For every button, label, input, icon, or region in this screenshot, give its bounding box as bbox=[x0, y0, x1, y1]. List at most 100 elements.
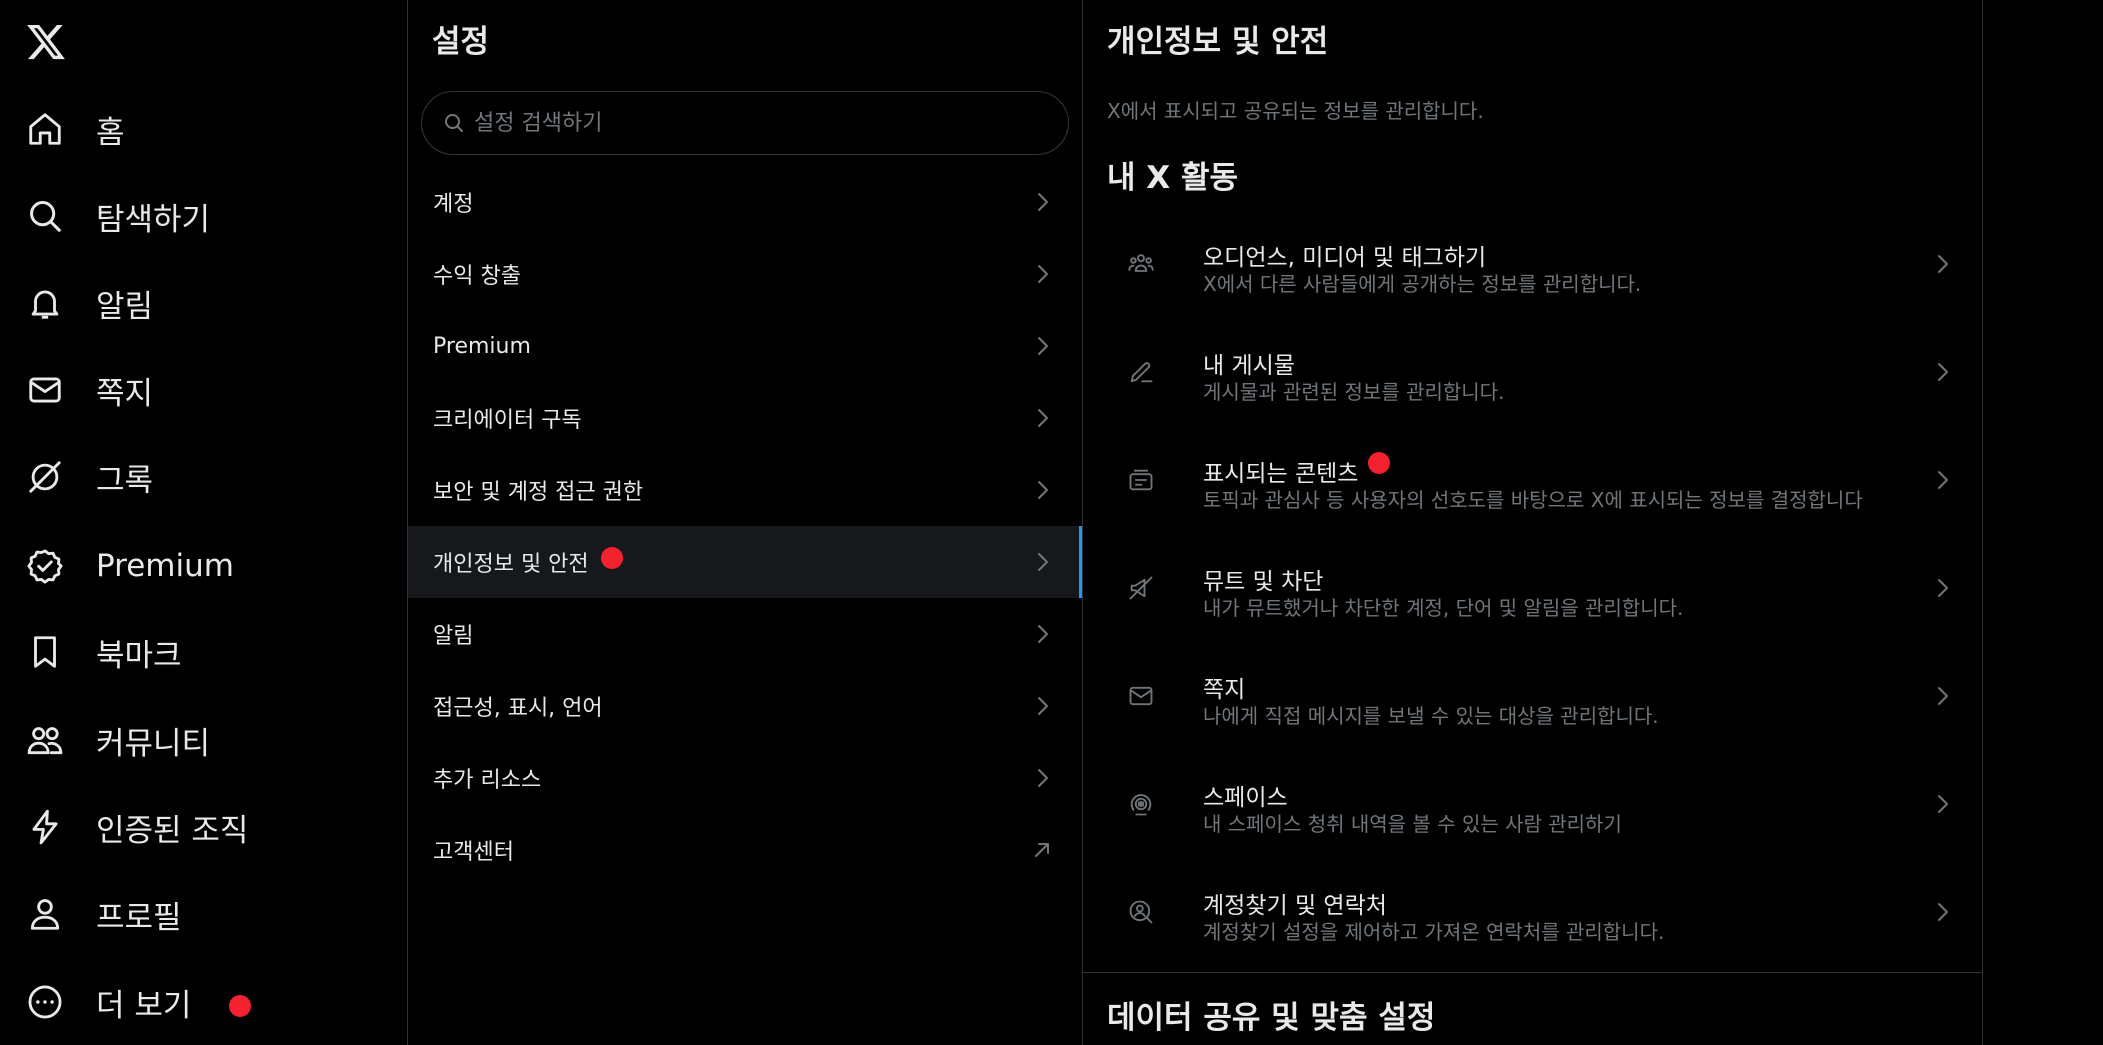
settings-item-label: 크리에이터 구독 bbox=[433, 408, 582, 433]
option-subtitle: 게시물과 관련된 정보를 관리합니다. bbox=[1203, 380, 1505, 404]
settings-item-creator-subscriptions[interactable]: 크리에이터 구독 bbox=[408, 382, 1082, 454]
settings-search[interactable] bbox=[421, 91, 1069, 155]
settings-item-label: 고객센터 bbox=[433, 840, 514, 865]
nav-item-messages[interactable]: 쪽지 bbox=[0, 360, 380, 420]
chevron-right-icon bbox=[1030, 478, 1054, 502]
nav-label: 탐색하기 bbox=[96, 201, 211, 238]
mute-speaker-icon bbox=[1127, 574, 1155, 602]
privacy-detail-column: 개인정보 및 안전 X에서 표시되고 공유되는 정보를 관리합니다. 내 X 활… bbox=[1083, 0, 1983, 1045]
search-person-icon bbox=[1127, 898, 1155, 926]
chevron-right-icon bbox=[1030, 262, 1054, 286]
settings-item-account[interactable]: 계정 bbox=[408, 166, 1082, 238]
nav-item-more[interactable]: 더 보기 bbox=[0, 972, 380, 1032]
chevron-right-icon bbox=[1030, 622, 1054, 646]
settings-item-security[interactable]: 보안 및 계정 접근 권한 bbox=[408, 454, 1082, 526]
chevron-right-icon bbox=[1030, 550, 1054, 574]
nav-label: 인증된 조직 bbox=[96, 812, 249, 849]
lightning-icon bbox=[26, 808, 64, 846]
nav-item-notifications[interactable]: 알림 bbox=[0, 273, 380, 333]
option-subtitle: 내가 뮤트했거나 차단한 계정, 단어 및 알림을 관리합니다. bbox=[1203, 596, 1684, 620]
option-subtitle: 나에게 직접 메시지를 보낼 수 있는 대상을 관리합니다. bbox=[1203, 704, 1659, 728]
option-mute-block[interactable]: 뮤트 및 차단 내가 뮤트했거나 차단한 계정, 단어 및 알림을 관리합니다. bbox=[1083, 534, 1982, 642]
nav-label: 프로필 bbox=[96, 899, 182, 936]
chevron-right-icon bbox=[1030, 334, 1054, 358]
chevron-right-icon bbox=[1930, 468, 1954, 492]
search-icon bbox=[26, 197, 64, 235]
nav-label: 북마크 bbox=[96, 637, 182, 674]
nav-label: Premium bbox=[96, 548, 234, 584]
section-divider bbox=[1083, 972, 1982, 973]
settings-item-notifications[interactable]: 알림 bbox=[408, 598, 1082, 670]
detail-description: X에서 표시되고 공유되는 정보를 관리합니다. bbox=[1107, 99, 1484, 123]
option-content-you-see[interactable]: 표시되는 콘텐츠 토픽과 관심사 등 사용자의 선호도를 바탕으로 X에 표시되… bbox=[1083, 426, 1982, 534]
settings-item-label: 보안 및 계정 접근 권한 bbox=[433, 480, 644, 505]
nav-item-verified-orgs[interactable]: 인증된 조직 bbox=[0, 797, 380, 857]
settings-item-label: 접근성, 표시, 언어 bbox=[433, 696, 603, 721]
nav-label: 더 보기 bbox=[96, 987, 192, 1024]
settings-column: 설정 계정 수익 창출 Premium 크리에이터 구독 보안 및 계정 접근 … bbox=[408, 0, 1083, 1045]
settings-item-label: 계정 bbox=[433, 192, 474, 217]
x-logo-icon[interactable] bbox=[25, 21, 67, 63]
option-audience-media-tagging[interactable]: 오디언스, 미디어 및 태그하기 X에서 다른 사람들에게 공개하는 정보를 관… bbox=[1083, 210, 1982, 318]
settings-item-help-center[interactable]: 고객센터 bbox=[408, 814, 1082, 886]
nav-item-communities[interactable]: 커뮤니티 bbox=[0, 710, 380, 770]
settings-item-privacy[interactable]: 개인정보 및 안전 bbox=[408, 526, 1082, 598]
search-icon bbox=[442, 111, 466, 135]
nav-label: 쪽지 bbox=[96, 375, 154, 412]
option-title: 내 게시물 bbox=[1203, 353, 1295, 379]
option-subtitle: 계정찾기 설정을 제어하고 가져온 연락처를 관리합니다. bbox=[1203, 920, 1665, 944]
home-icon bbox=[26, 110, 64, 148]
option-discoverability-contacts[interactable]: 계정찾기 및 연락처 계정찾기 설정을 제어하고 가져온 연락처를 관리합니다. bbox=[1083, 858, 1982, 966]
nav-item-profile[interactable]: 프로필 bbox=[0, 884, 380, 944]
option-direct-messages[interactable]: 쪽지 나에게 직접 메시지를 보낼 수 있는 대상을 관리합니다. bbox=[1083, 642, 1982, 750]
section-title-data-sharing: 데이터 공유 및 맞춤 설정 bbox=[1107, 1000, 1436, 1036]
verified-badge-icon bbox=[26, 547, 64, 585]
option-title: 표시되는 콘텐츠 bbox=[1203, 461, 1359, 487]
option-subtitle: X에서 다른 사람들에게 공개하는 정보를 관리합니다. bbox=[1203, 272, 1642, 296]
settings-item-label: 개인정보 및 안전 bbox=[433, 552, 589, 577]
option-title: 스페이스 bbox=[1203, 785, 1288, 811]
bookmark-icon bbox=[26, 633, 64, 671]
chevron-right-icon bbox=[1930, 252, 1954, 276]
bell-icon bbox=[26, 284, 64, 322]
mail-icon bbox=[26, 371, 64, 409]
notification-dot bbox=[600, 547, 623, 569]
nav-item-explore[interactable]: 탐색하기 bbox=[0, 186, 380, 246]
settings-item-accessibility[interactable]: 접근성, 표시, 언어 bbox=[408, 670, 1082, 742]
chevron-right-icon bbox=[1930, 900, 1954, 924]
grok-icon bbox=[26, 458, 64, 496]
option-title: 쪽지 bbox=[1203, 677, 1246, 703]
settings-item-premium[interactable]: Premium bbox=[408, 310, 1082, 382]
detail-title: 개인정보 및 안전 bbox=[1107, 24, 1329, 60]
chevron-right-icon bbox=[1930, 360, 1954, 384]
chevron-right-icon bbox=[1030, 766, 1054, 790]
spaces-icon bbox=[1127, 790, 1155, 818]
nav-label: 커뮤니티 bbox=[96, 725, 211, 762]
mail-icon bbox=[1127, 682, 1155, 710]
left-navigation: 홈 탐색하기 알림 쪽지 그록 Premium 북마크 커뮤니티 인증된 조직 … bbox=[0, 0, 408, 1045]
option-spaces[interactable]: 스페이스 내 스페이스 청취 내역을 볼 수 있는 사람 관리하기 bbox=[1083, 750, 1982, 858]
nav-item-grok[interactable]: 그록 bbox=[0, 447, 380, 507]
option-subtitle: 토픽과 관심사 등 사용자의 선호도를 바탕으로 X에 표시되는 정보를 결정합… bbox=[1203, 488, 1863, 512]
settings-item-monetization[interactable]: 수익 창출 bbox=[408, 238, 1082, 310]
settings-item-label: 알림 bbox=[433, 624, 474, 649]
notification-dot bbox=[229, 995, 252, 1017]
chevron-right-icon bbox=[1030, 190, 1054, 214]
chevron-right-icon bbox=[1930, 576, 1954, 600]
option-title: 계정찾기 및 연락처 bbox=[1203, 893, 1387, 919]
nav-item-bookmarks[interactable]: 북마크 bbox=[0, 622, 380, 682]
more-circle-icon bbox=[26, 983, 64, 1021]
nav-item-premium[interactable]: Premium bbox=[0, 536, 380, 596]
settings-item-additional-resources[interactable]: 추가 리소스 bbox=[408, 742, 1082, 814]
section-title-activity: 내 X 활동 bbox=[1107, 160, 1239, 196]
settings-item-label: 추가 리소스 bbox=[433, 768, 542, 793]
option-title: 오디언스, 미디어 및 태그하기 bbox=[1203, 245, 1487, 271]
external-link-arrow-icon bbox=[1030, 838, 1054, 862]
nav-label: 그록 bbox=[96, 462, 154, 499]
nav-item-home[interactable]: 홈 bbox=[0, 99, 380, 159]
option-your-posts[interactable]: 내 게시물 게시물과 관련된 정보를 관리합니다. bbox=[1083, 318, 1982, 426]
option-title: 뮤트 및 차단 bbox=[1203, 569, 1324, 595]
chevron-right-icon bbox=[1030, 406, 1054, 430]
settings-search-input[interactable] bbox=[472, 109, 1032, 137]
settings-title: 설정 bbox=[432, 24, 490, 60]
